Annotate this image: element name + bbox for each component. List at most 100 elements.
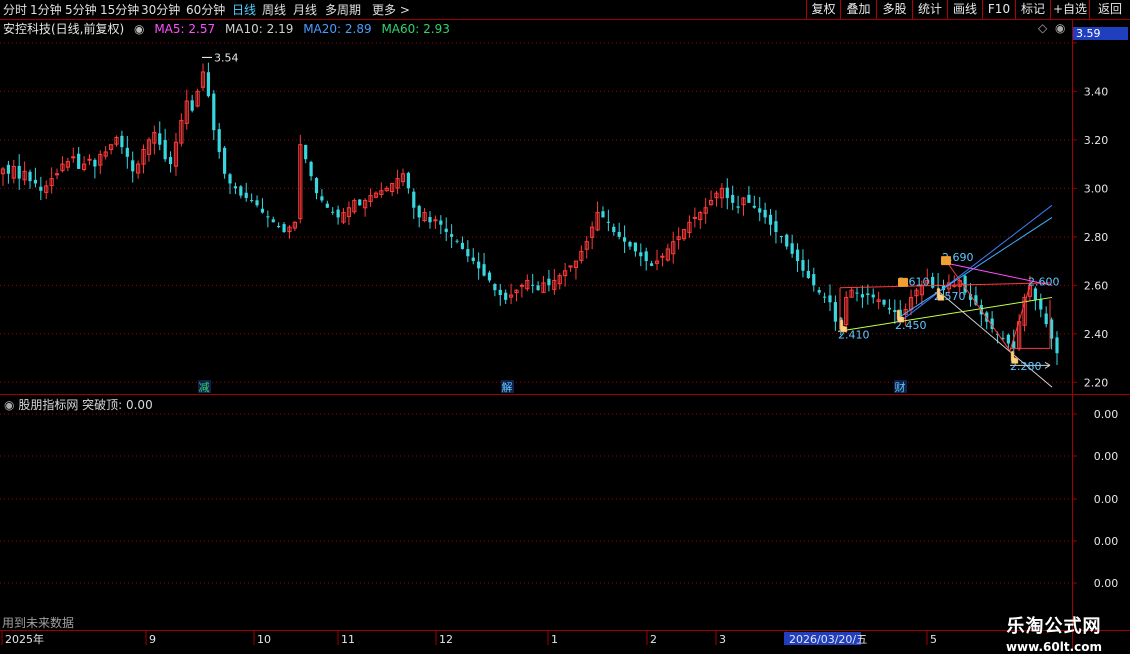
candle-body-down [736,206,740,208]
candle-body-down [466,249,470,257]
x-tick-label: 9 [149,633,156,646]
candle-body-down [460,242,465,249]
candle-body-down [536,285,540,291]
high-price-label: 3.54 [214,51,239,64]
x-tick-label: 2026/03/20/五 [789,633,867,646]
event-marker: 减 [199,381,210,394]
candle-body-down [190,100,194,111]
candle-body-up [87,158,92,161]
candle-body-down [547,278,551,286]
candle-body-down [223,147,227,174]
candle-body-down [650,263,654,266]
candle-body-down [1039,299,1043,310]
candle-body-down [758,208,762,213]
candle-body-down [1044,313,1048,325]
x-tick-label: 3 [719,633,726,646]
candle-body-down [304,144,308,160]
lower-tick-label: 0.00 [1094,535,1119,548]
candle-body-down [428,216,432,223]
event-marker: 财 [895,380,906,394]
candle-body-down [768,214,773,225]
candle-body-down [893,310,897,312]
candle-body-down [639,252,643,257]
candle-body-down [871,294,875,298]
candle-body-down [617,231,621,237]
lower-tick-label: 0.00 [1094,450,1119,463]
candle-body-down [1006,334,1010,344]
candle-body-down [17,165,21,179]
candle-body-up [433,219,438,222]
candle-body-down [774,221,778,232]
note-marker-icon [898,277,908,287]
candle-body-down [39,186,43,191]
candle-body-down [217,129,221,152]
candle-body-down [320,196,324,201]
candle-body-down [158,133,162,145]
x-tick-label: 12 [439,633,453,646]
candle-body-down [309,161,313,177]
candle-body-down [801,260,805,271]
candle-body-down [822,296,827,298]
settings-circle-icon-lower[interactable]: ◉ [4,398,14,412]
lower-tick-label: 0.00 [1094,577,1119,590]
candle-body-down [406,172,410,189]
y-tick-label: 2.40 [1084,328,1109,341]
y-tick-label: 2.60 [1084,279,1109,292]
lower-tick-label: 0.00 [1094,493,1119,506]
candle-body-down [795,249,800,262]
candle-body-up [692,216,697,219]
x-tick-label: 10 [257,633,271,646]
indicator-panel-title: ◉ 股朋指标网 突破顶: 0.00 [4,396,153,413]
candle-body-down [255,200,259,206]
candle-body-down [493,283,497,291]
candle-body-down [131,160,135,172]
candle-body-down [260,208,265,213]
candle-body-down [601,211,605,218]
y-tick-label: 3.00 [1084,182,1109,195]
candle-body-down [763,209,767,218]
x-tick-label: 1 [551,633,558,646]
rise-line [1009,285,1031,351]
candle-body-up [54,173,60,176]
candle-body-down [358,199,362,206]
candle-body-down [531,284,535,286]
candle-body-down [628,241,632,247]
candle-body-down [6,164,11,174]
candle-body-down [439,220,443,225]
candle-body-down [747,194,751,203]
candle-body-down [606,221,610,223]
candle-body-down [277,225,281,228]
y-tick-label: 2.80 [1084,231,1109,244]
candle-body-down [93,159,97,167]
watermark-url: www.60lt.com [1005,640,1102,654]
candle-body-down [266,216,270,218]
candle-body-down [206,72,210,97]
current-price-label: 3.59 [1076,27,1101,40]
candle-body-down [471,257,475,262]
candle-body-down [168,157,173,165]
candle-body-down [228,174,232,184]
watermark-title: 乐淘公式网 [1006,616,1102,637]
candle-body-down [790,243,794,254]
pattern-price-label: 2.600 [1028,275,1060,288]
future-data-note: 用到未来数据 [2,616,75,630]
candle-body-down [731,194,735,203]
y-tick-label: 2.20 [1084,376,1109,389]
candle-body-up [71,156,76,159]
indicator-label: 股朋指标网 突破顶: 0.00 [18,398,153,412]
candle-body-down [325,203,329,208]
candle-body-down [233,186,238,189]
candle-body-down [163,139,167,160]
x-tick-label: 5 [930,633,937,646]
candle-body-down [1033,288,1037,300]
candle-body-down [866,293,870,296]
candle-body-down [331,211,335,213]
candle-body-down [244,192,248,199]
candle-body-down [498,289,502,296]
candle-body-down [644,251,648,262]
candle-body-down [725,187,729,199]
candle-body-up [660,255,665,258]
lower-tick-label: 0.00 [1094,408,1119,421]
candle-body-down [612,226,616,232]
price-chart[interactable]: 3.542.4102.4502.6102.6902.5702.6002.280减… [0,0,1130,650]
